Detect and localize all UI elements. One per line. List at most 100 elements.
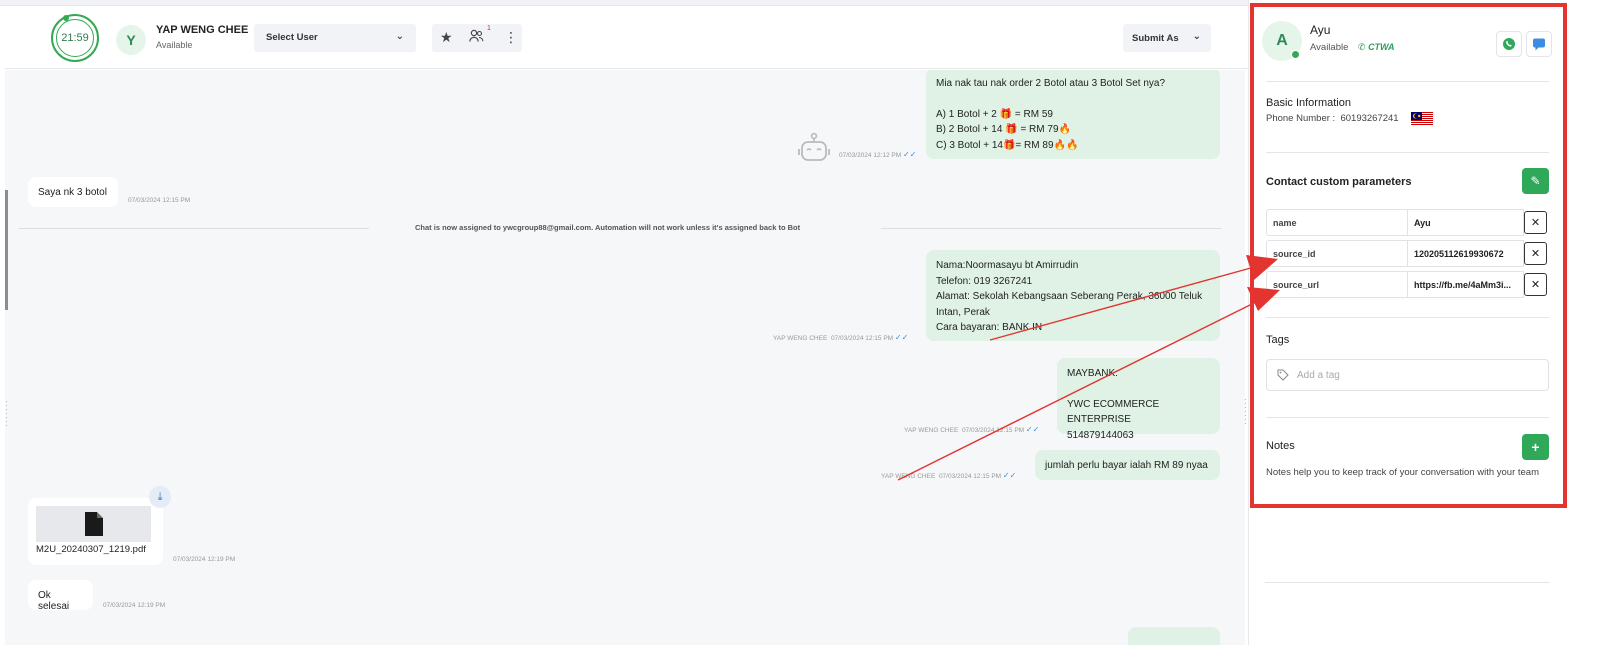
- bot-icon: [798, 132, 830, 161]
- message-meta: YAP WENG CHEE 07/03/2024 12:15 PM ✓✓: [881, 471, 1016, 480]
- contact-name: Ayu: [1310, 23, 1331, 37]
- session-timer: 21:59: [51, 14, 99, 62]
- tag-icon: [1277, 369, 1289, 384]
- message-line: [1067, 382, 1210, 397]
- file-name: M2U_20240307_1219.pdf: [36, 544, 146, 555]
- header-actions: ★ 1 ⋮: [432, 24, 522, 52]
- star-icon[interactable]: ★: [440, 29, 453, 46]
- channel-badge: ✆ CTWA: [1358, 42, 1395, 53]
- close-icon: ✕: [1530, 248, 1541, 260]
- file-attachment[interactable]: M2U_20240307_1219.pdf: [28, 498, 163, 565]
- message-bubble-outgoing[interactable]: jumlah perlu bayar ialah RM 89 nyaa: [1035, 450, 1220, 480]
- users-icon[interactable]: [469, 29, 484, 46]
- message-time: 07/03/2024 12:15 PM: [128, 197, 191, 204]
- notification-badge: 1: [487, 25, 491, 32]
- custom-params-title: Contact custom parameters: [1266, 176, 1412, 188]
- message-line: YWC ECOMMERCE ENTERPRISE: [1067, 398, 1160, 426]
- submit-as-dropdown[interactable]: Submit As ⌄: [1123, 24, 1211, 52]
- message-sender: YAP WENG CHEE: [773, 335, 828, 342]
- message-line: C) 3 Botol + 14🎁= RM 89🔥🔥: [936, 139, 1079, 151]
- submit-as-label: Submit As: [1132, 33, 1179, 44]
- select-user-label: Select User: [266, 32, 318, 43]
- message-bubble-incoming[interactable]: Saya nk 3 botol: [28, 177, 118, 207]
- message-text: jumlah perlu bayar ialah RM 89 nyaa: [1045, 460, 1208, 471]
- message-line: Cara bayaran: BANK IN: [936, 322, 1043, 333]
- message-meta: YAP WENG CHEE 07/03/2024 12:15 PM ✓✓: [773, 333, 908, 342]
- more-vertical-icon[interactable]: ⋮: [504, 29, 518, 46]
- message-time: 07/03/2024 12:12 PM: [839, 152, 902, 159]
- divider: [1266, 81, 1549, 82]
- select-user-dropdown[interactable]: Select User ⌄: [254, 24, 416, 52]
- message-line: A) 1 Botol + 2 🎁 = RM 59: [936, 108, 1053, 120]
- phone-number: Phone Number : 60193267241: [1266, 113, 1399, 124]
- message-bubble-outgoing[interactable]: MAYBANK: YWC ECOMMERCE ENTERPRISE 514879…: [1057, 358, 1220, 441]
- message-time: 07/03/2024 12:15 PM: [961, 427, 1025, 434]
- param-value[interactable]: Ayu: [1408, 209, 1524, 236]
- whatsapp-small-icon: ✆: [1358, 42, 1366, 52]
- divider: [19, 228, 369, 229]
- whatsapp-button[interactable]: [1496, 31, 1522, 57]
- message-time: 07/03/2024 12:15 PM: [938, 473, 1002, 480]
- message-time: 07/03/2024 12:15 PM: [830, 335, 894, 342]
- chat-bubble-icon: [1533, 38, 1545, 51]
- resize-handle-right[interactable]: · · · · · · ·: [1244, 396, 1247, 428]
- message-time: 07/03/2024 12:19 PM: [103, 602, 166, 609]
- tag-input[interactable]: Add a tag: [1266, 359, 1549, 391]
- basic-info-title: Basic Information: [1266, 97, 1351, 109]
- malaysia-flag-icon: [1411, 112, 1433, 126]
- message-time: 07/03/2024 12:19 PM: [173, 556, 236, 563]
- message-bubble-outgoing[interactable]: [1128, 627, 1220, 645]
- agent-avatar: Y: [116, 25, 146, 55]
- message-sender: YAP WENG CHEE: [881, 473, 936, 480]
- scrollbar-thumb[interactable]: [5, 190, 8, 310]
- tag-placeholder: Add a tag: [1297, 370, 1340, 381]
- param-key[interactable]: source_url: [1266, 271, 1408, 298]
- top-strip: [0, 0, 1275, 6]
- chat-header: 21:59 Y YAP WENG CHEE Available Select U…: [5, 7, 1272, 69]
- message-text: Saya nk 3 botol: [38, 187, 107, 198]
- param-value[interactable]: https://fb.me/4aMm3i...: [1408, 271, 1524, 298]
- message-line: Alamat: Sekolah Kebangsaan Seberang Pera…: [936, 291, 1203, 302]
- chat-button[interactable]: [1526, 31, 1552, 57]
- message-bubble-outgoing[interactable]: Nama:Noormasayu bt Amirrudin Telefon: 01…: [926, 250, 1220, 341]
- edit-params-button[interactable]: ✎: [1522, 168, 1549, 194]
- divider: [881, 228, 1221, 229]
- online-status-dot: [1291, 50, 1300, 59]
- agent-status: Available: [156, 40, 193, 50]
- divider: [1266, 317, 1549, 318]
- double-check-icon: ✓✓: [1002, 471, 1017, 480]
- param-value[interactable]: 120205112619930672: [1408, 240, 1524, 267]
- close-icon: ✕: [1530, 279, 1541, 291]
- phone-label: Phone Number :: [1266, 113, 1336, 124]
- double-check-icon: ✓✓: [902, 150, 917, 159]
- document-icon: [84, 512, 103, 536]
- chat-messages-area[interactable]: · · · · · · · Mia nak tau nak order 2 Botol at…: [5, 70, 1245, 645]
- message-line: MAYBANK:: [1067, 368, 1118, 379]
- notes-help-text: Notes help you to keep track of your con…: [1266, 467, 1539, 478]
- divider: [1266, 152, 1549, 153]
- contact-status: Available: [1310, 42, 1349, 53]
- contact-details-panel: A Ayu Available ✆ CTWA Basic Information…: [1250, 3, 1567, 508]
- tags-title: Tags: [1266, 334, 1290, 346]
- divider: [1265, 582, 1550, 583]
- phone-value: 60193267241: [1340, 113, 1399, 124]
- remove-param-button[interactable]: ✕: [1524, 242, 1547, 265]
- message-line: Intan, Perak: [936, 306, 990, 318]
- download-icon[interactable]: ⤓: [149, 486, 171, 508]
- remove-param-button[interactable]: ✕: [1524, 211, 1547, 234]
- channel-label: CTWA: [1368, 42, 1395, 52]
- agent-name: YAP WENG CHEE: [156, 24, 249, 36]
- add-note-button[interactable]: +: [1522, 434, 1549, 460]
- resize-handle-left[interactable]: · · · · · · ·: [5, 398, 8, 430]
- double-check-icon: ✓✓: [894, 333, 909, 342]
- plus-icon: +: [1531, 439, 1540, 455]
- param-row: source_url https://fb.me/4aMm3i... ✕: [1266, 271, 1549, 298]
- message-bubble-outgoing[interactable]: Mia nak tau nak order 2 Botol atau 3 Bot…: [926, 70, 1220, 159]
- remove-param-button[interactable]: ✕: [1524, 273, 1547, 296]
- param-key[interactable]: source_id: [1266, 240, 1408, 267]
- whatsapp-icon: [1503, 38, 1515, 50]
- param-key[interactable]: name: [1266, 209, 1408, 236]
- message-bubble-incoming[interactable]: Ok selesai: [28, 580, 93, 612]
- message-line: Telefon: 019 3267241: [936, 275, 1033, 287]
- chevron-down-icon: ⌄: [1192, 31, 1201, 42]
